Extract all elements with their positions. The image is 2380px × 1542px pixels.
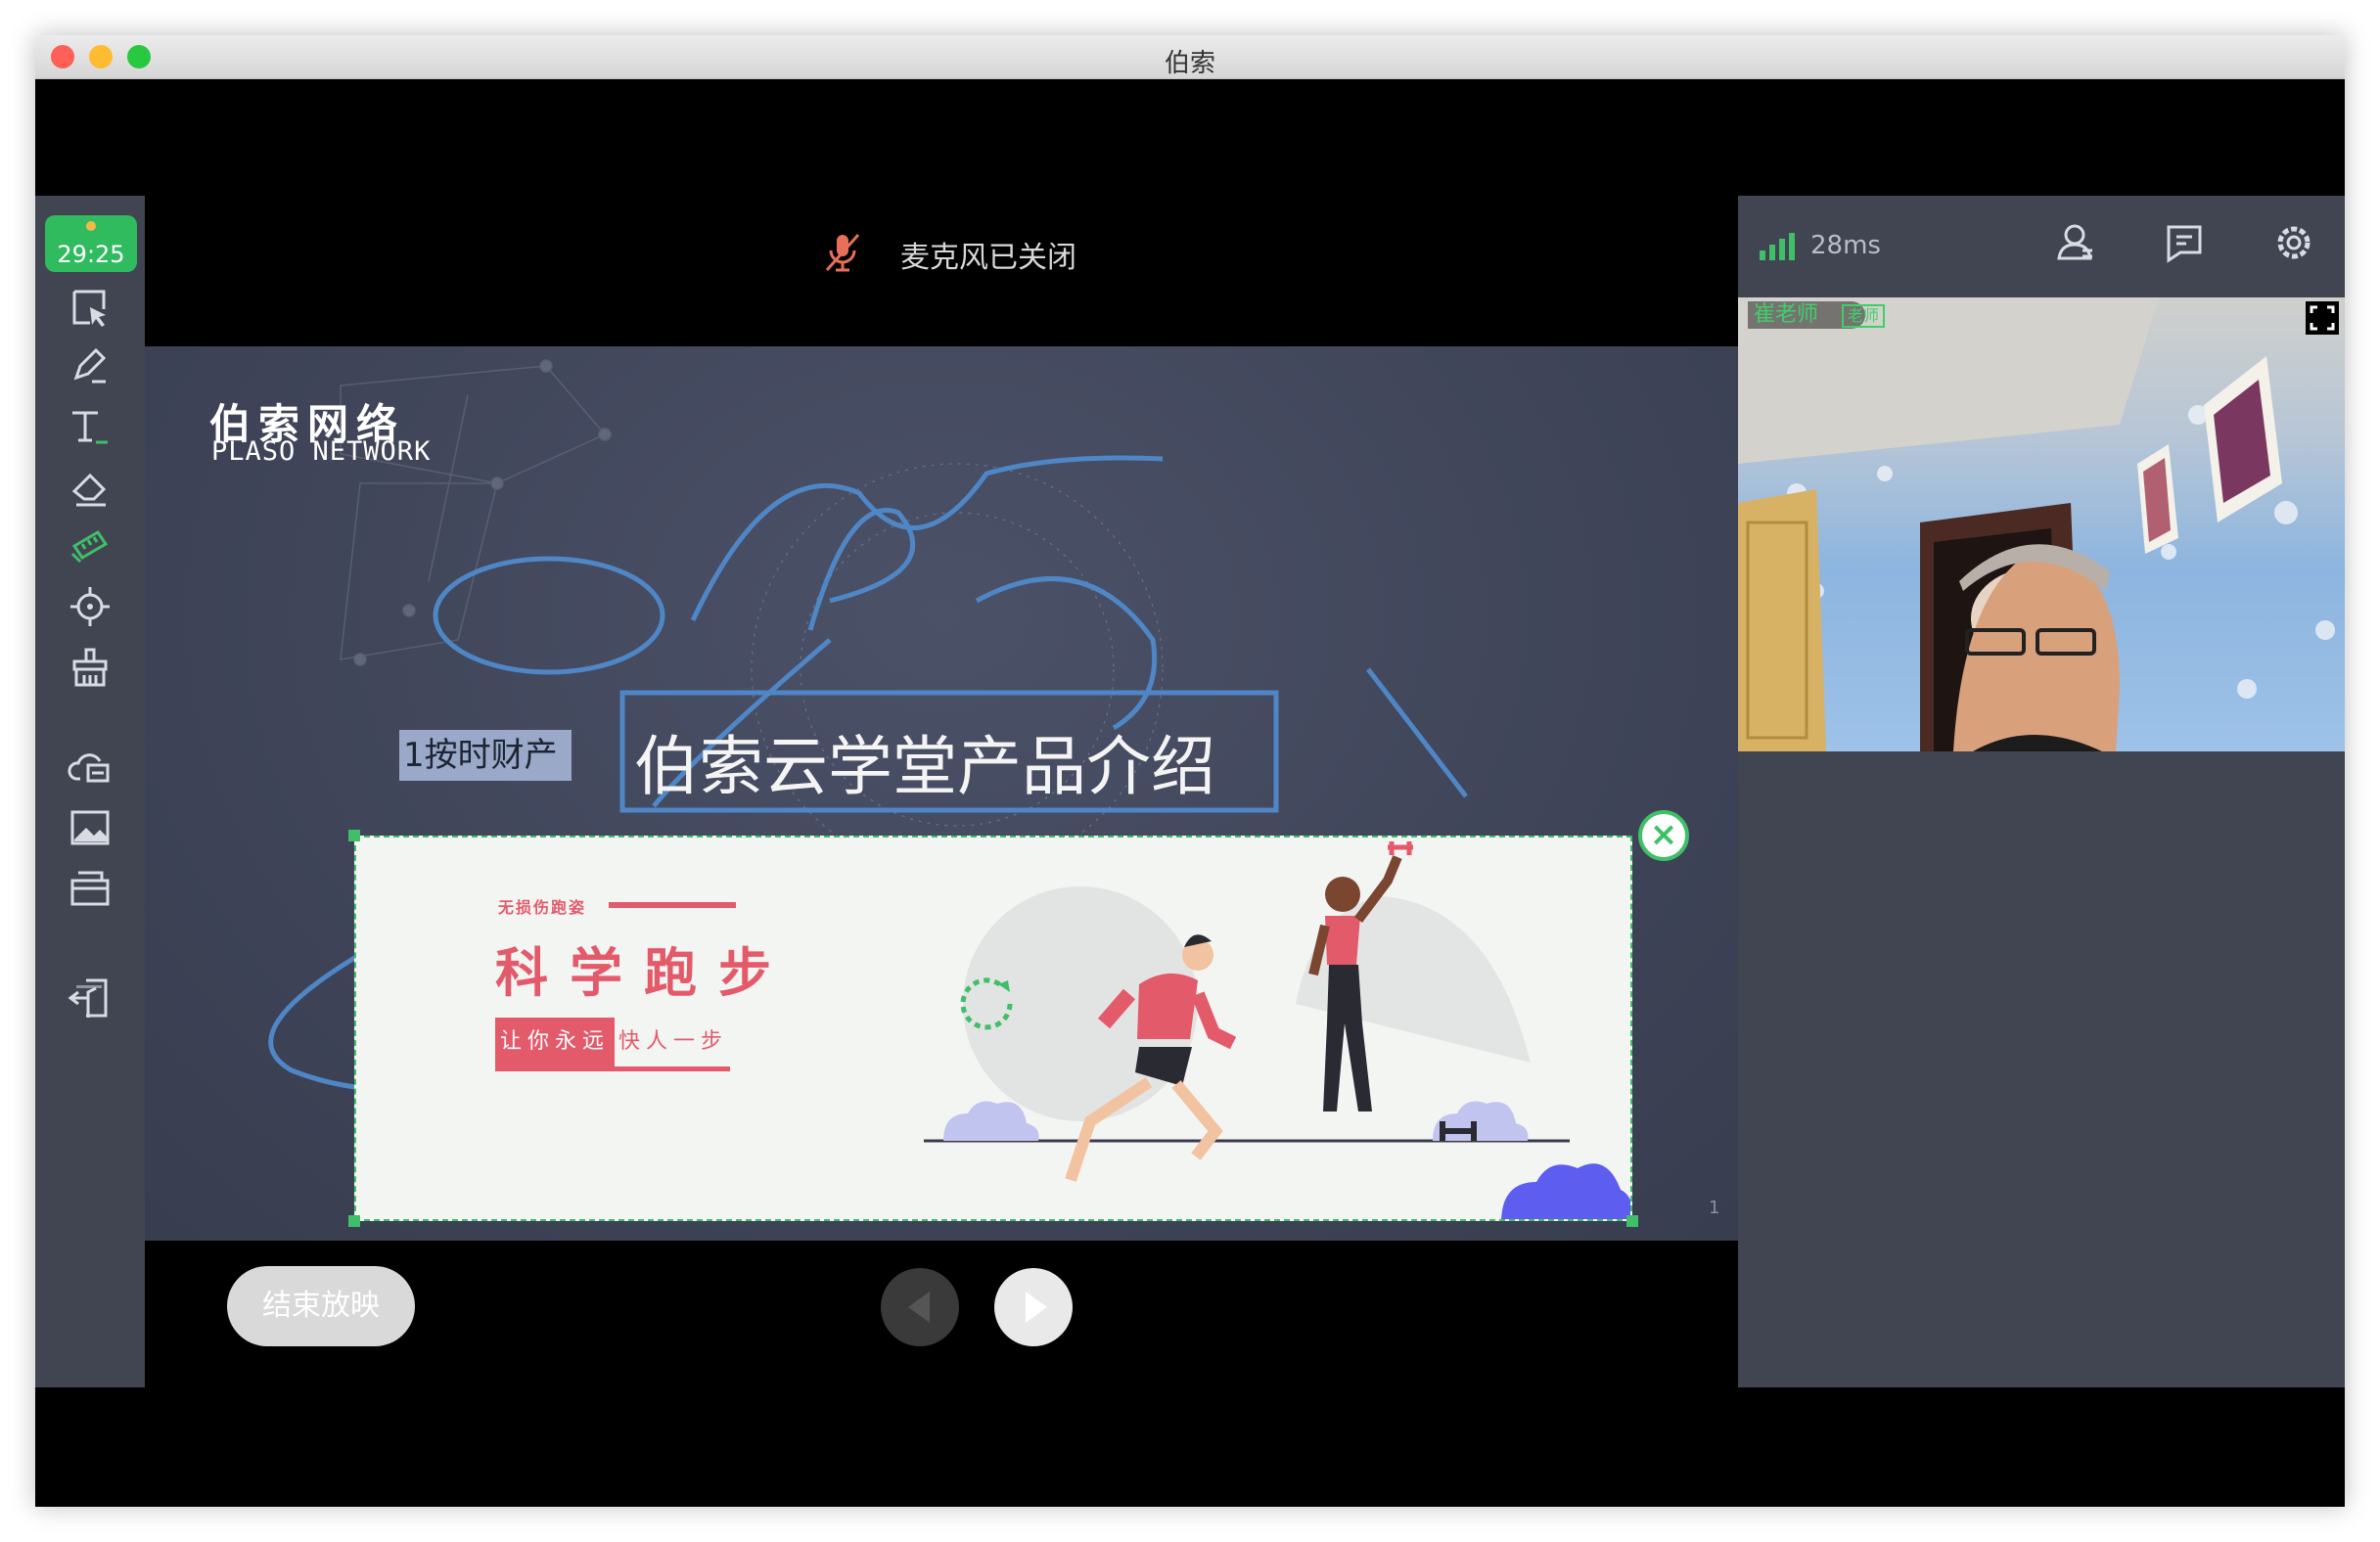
brand-logo-en: PLASO NETWORK — [211, 436, 432, 467]
inserted-banner-image[interactable]: 无损伤跑姿 科学跑步 让你永远 快人一步 — [354, 836, 1632, 1221]
recording-dot — [86, 221, 96, 231]
exit-tool-button[interactable] — [67, 978, 114, 1031]
resize-handle-bl[interactable] — [348, 1215, 360, 1227]
mic-status-text: 麦克风已关闭 — [900, 241, 1076, 275]
laser-tool-button[interactable] — [67, 522, 114, 569]
left-toolbar: 29:25 — [35, 196, 145, 1387]
next-slide-button[interactable] — [994, 1268, 1073, 1346]
network-latency: 28ms — [1810, 231, 1881, 260]
resize-handle-br[interactable] — [1626, 1215, 1638, 1227]
cursor-select-icon — [72, 290, 106, 327]
box-tool-button[interactable] — [67, 865, 114, 912]
eraser-tool-button[interactable] — [67, 464, 114, 511]
timer-value: 29:25 — [57, 241, 125, 268]
pointer-tool-button[interactable] — [67, 583, 114, 630]
teacher-role-badge: 老师 — [1842, 304, 1886, 328]
playback-controls: 结束放映 — [145, 1241, 1740, 1387]
chat-icon[interactable] — [2161, 219, 2208, 266]
end-show-button[interactable]: 结束放映 — [227, 1266, 415, 1346]
clear-tool-button[interactable] — [67, 644, 114, 691]
class-timer: 29:25 — [45, 215, 137, 272]
text-icon — [72, 411, 108, 444]
slide-page-number: 1 — [1709, 1198, 1720, 1218]
arrow-right-icon — [1026, 1292, 1047, 1323]
slide-title: 伯索云学堂产品介绍 — [634, 729, 1215, 804]
banner-rule — [609, 902, 736, 908]
banner-slogan: 让你永远 快人一步 — [495, 1018, 730, 1071]
fullscreen-button[interactable] — [2306, 301, 2339, 335]
cloud-tool-button[interactable] — [67, 744, 114, 791]
broom-icon — [72, 648, 108, 687]
right-panel: 28ms 崔老师 老师 — [1738, 196, 2345, 1387]
signal-icon — [1760, 233, 1795, 260]
resize-handle-tl[interactable] — [348, 830, 360, 841]
select-tool-button[interactable] — [67, 286, 114, 333]
settings-gear-icon[interactable] — [2270, 219, 2317, 266]
banner-slogan-a: 让你永远 — [495, 1018, 615, 1066]
banner-slogan-b: 快人一步 — [618, 1029, 728, 1054]
members-icon[interactable] — [2053, 219, 2100, 266]
webcam-feed — [1738, 297, 2335, 751]
app-window: 伯索 29:25 麦克风已关闭 伯索网络 PLASO NETWORK 1按时财产… — [35, 35, 2345, 1507]
previous-slide-button[interactable] — [881, 1268, 959, 1346]
slide-canvas[interactable]: 伯索网络 PLASO NETWORK 1按时财产 伯索云学堂产品介绍 无损伤跑姿… — [145, 346, 1740, 1241]
remove-image-button[interactable]: × — [1638, 810, 1689, 861]
teacher-video[interactable]: 崔老师 老师 — [1738, 297, 2345, 751]
teacher-name: 崔老师 — [1754, 302, 1819, 327]
arrow-left-icon — [908, 1292, 930, 1323]
window-title: 伯索 — [1164, 49, 1215, 78]
eraser-icon — [71, 473, 107, 507]
pen-tool-button[interactable] — [67, 342, 114, 389]
exit-icon — [68, 978, 108, 1018]
image-tool-button[interactable] — [67, 804, 114, 851]
toolbox-icon — [70, 871, 110, 906]
image-icon — [70, 810, 110, 845]
slide-text-tag[interactable]: 1按时财产 — [399, 730, 572, 781]
pencil-icon — [73, 347, 107, 384]
ruler-icon — [70, 529, 109, 564]
title-bar: 伯索 — [35, 35, 2345, 79]
expand-icon — [2310, 305, 2335, 331]
target-icon — [70, 587, 110, 626]
cloud-disk-icon — [68, 753, 110, 783]
text-tool-button[interactable] — [67, 403, 114, 450]
banner-headline: 科学跑步 — [495, 942, 793, 1004]
mic-off-icon[interactable] — [823, 231, 862, 274]
banner-subtitle: 无损伤跑姿 — [498, 898, 587, 917]
status-bar: 麦克风已关闭 — [145, 196, 1740, 342]
